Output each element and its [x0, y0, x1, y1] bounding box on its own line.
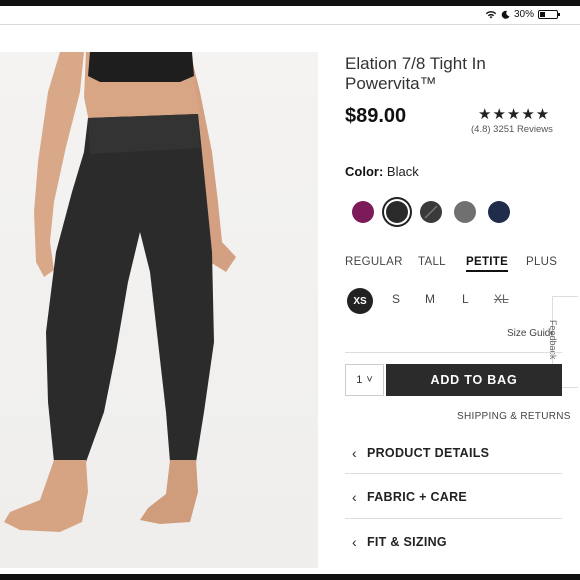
divider	[345, 352, 562, 353]
chevron-left-icon: ‹	[352, 534, 357, 550]
quantity-value: 1	[356, 374, 363, 386]
swatch-navy[interactable]	[488, 201, 510, 223]
swatch-purple[interactable]	[352, 201, 374, 223]
battery-percent: 30%	[513, 8, 534, 20]
chevron-left-icon: ‹	[352, 489, 357, 505]
moon-icon	[501, 10, 510, 19]
size-xl-unavailable[interactable]: XL	[494, 292, 509, 306]
fit-tall[interactable]: TALL	[418, 256, 446, 268]
accordion-fit-sizing[interactable]: ‹ FIT & SIZING	[352, 534, 447, 550]
swatch-grey[interactable]	[454, 201, 476, 223]
product-photo-graphic	[4, 52, 236, 532]
swatch-black-heather[interactable]	[420, 201, 442, 223]
rating-stars[interactable]: ★★★★★	[478, 105, 550, 123]
chevron-down-icon: ˅	[366, 374, 373, 386]
fit-regular[interactable]: REGULAR	[345, 256, 403, 268]
bottom-bezel	[0, 574, 580, 580]
accordion-fabric-care[interactable]: ‹ FABRIC + CARE	[352, 489, 467, 505]
add-to-bag-button[interactable]: ADD TO BAG	[386, 364, 562, 396]
size-xs[interactable]: XS	[347, 288, 373, 314]
feedback-label[interactable]: Feedback	[548, 320, 558, 360]
product-title: Elation 7/8 Tight In Powervita™	[345, 54, 486, 93]
size-l[interactable]: L	[462, 292, 469, 306]
wifi-icon	[485, 10, 497, 18]
swatch-black[interactable]	[386, 201, 408, 223]
fit-plus[interactable]: PLUS	[526, 256, 557, 268]
status-bar: 30%	[0, 6, 580, 22]
header-divider	[0, 24, 580, 25]
battery-level	[540, 11, 545, 17]
divider	[345, 473, 562, 474]
product-image[interactable]	[0, 52, 318, 568]
battery-icon	[538, 9, 560, 19]
quantity-select[interactable]: 1 ˅	[345, 364, 384, 396]
size-s[interactable]: S	[392, 292, 400, 306]
shipping-returns-link[interactable]: SHIPPING & RETURNS	[457, 411, 571, 422]
heather-pattern	[424, 205, 438, 219]
divider	[345, 518, 562, 519]
chevron-left-icon: ‹	[352, 445, 357, 461]
accordion-label: FIT & SIZING	[366, 535, 447, 549]
color-label: Color:	[345, 164, 384, 179]
reviews-link[interactable]: (4.8) 3251 Reviews	[471, 124, 553, 135]
accordion-product-details[interactable]: ‹ PRODUCT DETAILS	[352, 445, 489, 461]
size-m[interactable]: M	[425, 292, 435, 306]
color-selection-label: Color: Black	[345, 164, 419, 179]
accordion-label: FABRIC + CARE	[366, 490, 468, 504]
accordion-label: PRODUCT DETAILS	[366, 446, 490, 460]
product-price: $89.00	[345, 105, 407, 127]
fit-petite[interactable]: PETITE	[466, 256, 509, 272]
color-value: Black	[386, 164, 419, 179]
